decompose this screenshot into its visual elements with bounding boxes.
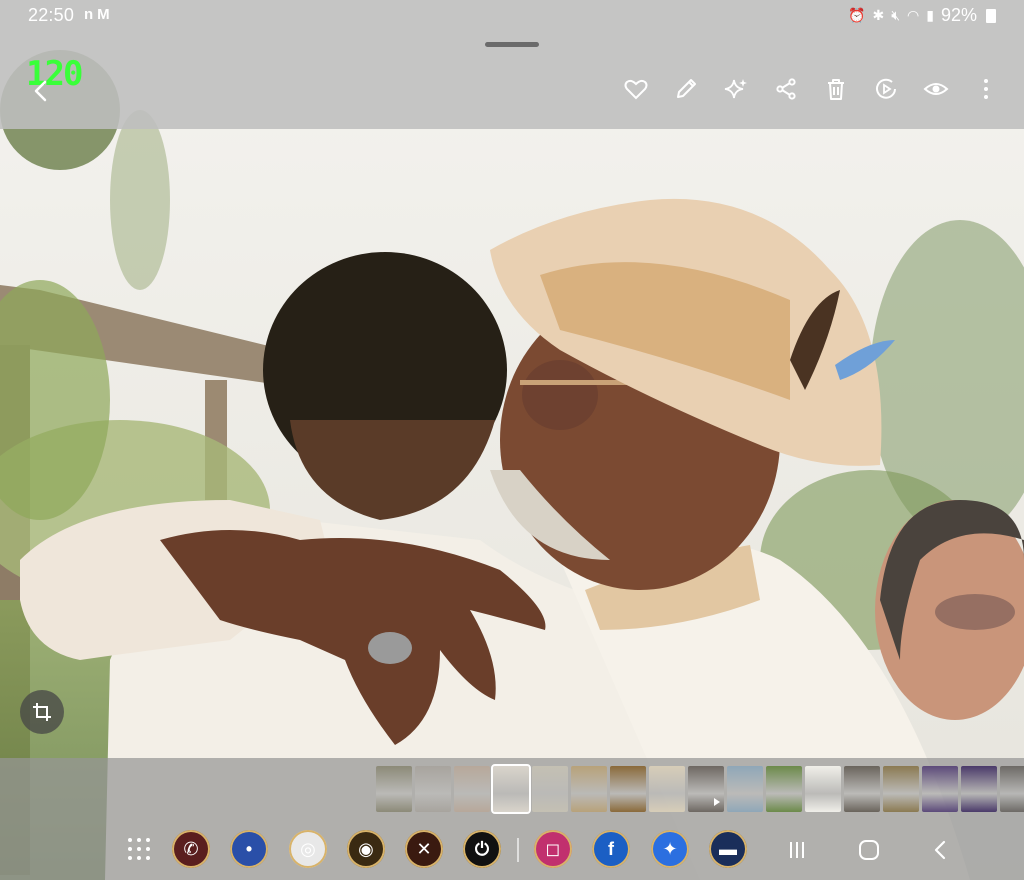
- battery-percent: 92%: [940, 5, 977, 25]
- bottom-bar: ✆ • ◎ ◉ ✕ ⏻ ◻ f ✦ ▬: [0, 758, 1024, 880]
- home-icon: [859, 840, 879, 860]
- status-bar: 22:50 n M ⏰ ✱ 🔇︎ ◠ ▮ 92%: [0, 0, 1024, 30]
- gmail-icon: M: [97, 6, 110, 23]
- status-notification-icons: n M: [84, 6, 110, 23]
- favorite-button[interactable]: [617, 74, 654, 104]
- back-arrow-icon[interactable]: [30, 78, 52, 104]
- filmstrip-thumbnail[interactable]: [610, 766, 646, 812]
- app-glyph: f: [608, 838, 614, 859]
- edit-pencil-icon: [676, 79, 696, 98]
- home-button[interactable]: [854, 836, 884, 864]
- messenger-app-icon[interactable]: ✦: [651, 830, 689, 868]
- heart-icon: [624, 79, 647, 100]
- app-glyph: ⏻: [474, 838, 490, 859]
- more-options-icon: [983, 79, 988, 99]
- delete-button[interactable]: [817, 74, 854, 104]
- filmstrip-thumbnail[interactable]: [805, 766, 841, 812]
- facebook-app-icon[interactable]: f: [592, 830, 630, 868]
- mute-icon: 🔇︎: [891, 7, 901, 23]
- filmstrip-thumbnail[interactable]: [376, 766, 412, 812]
- filmstrip-thumbnail[interactable]: [766, 766, 802, 812]
- tools-app-icon[interactable]: ✕: [405, 830, 443, 868]
- news-app-icon[interactable]: ▬: [709, 830, 747, 868]
- bluetooth-icon: ✱: [872, 7, 885, 23]
- video-play-icon: [714, 798, 720, 806]
- filmstrip-thumbnail[interactable]: [532, 766, 568, 812]
- app-glyph: ◉: [358, 838, 374, 859]
- filmstrip-thumbnail[interactable]: [491, 764, 531, 814]
- app-glyph: ▬: [719, 838, 737, 859]
- app-glyph: ✆: [183, 838, 199, 859]
- wifi-icon: ◠: [907, 7, 920, 23]
- filmstrip-thumbnail[interactable]: [571, 766, 607, 812]
- filmstrip-thumbnail[interactable]: [688, 766, 724, 812]
- filmstrip-thumbnail[interactable]: [922, 766, 958, 812]
- chrome-app-icon[interactable]: ◎: [289, 830, 327, 868]
- filmstrip-thumbnail[interactable]: [883, 766, 919, 812]
- battery-icon: [986, 8, 996, 23]
- toolbar-actions: [617, 74, 1004, 104]
- drag-handle[interactable]: [485, 42, 539, 47]
- recent-apps-icon: [790, 842, 804, 858]
- ai-edit-button[interactable]: [717, 74, 754, 104]
- back-icon: [934, 840, 946, 860]
- alarm-icon: ⏰: [848, 7, 866, 23]
- more-options-button[interactable]: [967, 74, 1004, 104]
- view-eye-icon: [923, 83, 948, 95]
- netflix-n-icon: n: [84, 6, 94, 23]
- back-button[interactable]: [926, 836, 956, 864]
- filmstrip-thumbnail[interactable]: [415, 766, 451, 812]
- status-time: 22:50: [28, 5, 75, 25]
- app-drawer-button[interactable]: [128, 838, 150, 860]
- app-glyph: •: [245, 838, 253, 859]
- filmstrip-thumbnail[interactable]: [649, 766, 685, 812]
- app-glyph: ◎: [300, 838, 316, 859]
- filmstrip: [376, 764, 1024, 814]
- app-glyph: ✕: [416, 838, 432, 859]
- taskbar-dock: ✆ • ◎ ◉ ✕ ⏻ ◻ f ✦ ▬: [0, 828, 1024, 872]
- status-system-icons: ⏰ ✱ 🔇︎ ◠ ▮ 92%: [848, 5, 996, 26]
- filmstrip-thumbnail[interactable]: [844, 766, 880, 812]
- filmstrip-thumbnail[interactable]: [1000, 766, 1024, 812]
- recent-apps-button[interactable]: [782, 836, 812, 864]
- crop-button[interactable]: [20, 690, 64, 734]
- view-button[interactable]: [917, 74, 954, 104]
- ai-sparkle-icon: [724, 79, 747, 99]
- share-button[interactable]: [767, 74, 804, 104]
- remaster-icon: [875, 78, 896, 99]
- instagram-app-icon[interactable]: ◻: [534, 830, 572, 868]
- dock-divider: [517, 838, 519, 862]
- power-app-icon[interactable]: ⏻: [463, 830, 501, 868]
- app-glyph: ◻: [545, 838, 561, 859]
- edit-button[interactable]: [667, 74, 704, 104]
- phone-app-icon[interactable]: ✆: [172, 830, 210, 868]
- top-toolbar: 120: [0, 30, 1024, 129]
- delete-trash-icon: [827, 79, 844, 100]
- messages-app-icon[interactable]: •: [230, 830, 268, 868]
- share-icon: [775, 78, 796, 100]
- crop-icon: [33, 703, 51, 721]
- remaster-button[interactable]: [867, 74, 904, 104]
- filmstrip-thumbnail[interactable]: [454, 766, 490, 812]
- filmstrip-thumbnail[interactable]: [961, 766, 997, 812]
- app-glyph: ✦: [662, 838, 678, 859]
- filmstrip-thumbnail[interactable]: [727, 766, 763, 812]
- photo-viewer-image: [0, 0, 1024, 880]
- signal-icon: ▮: [926, 7, 934, 23]
- planet-app-icon[interactable]: ◉: [347, 830, 385, 868]
